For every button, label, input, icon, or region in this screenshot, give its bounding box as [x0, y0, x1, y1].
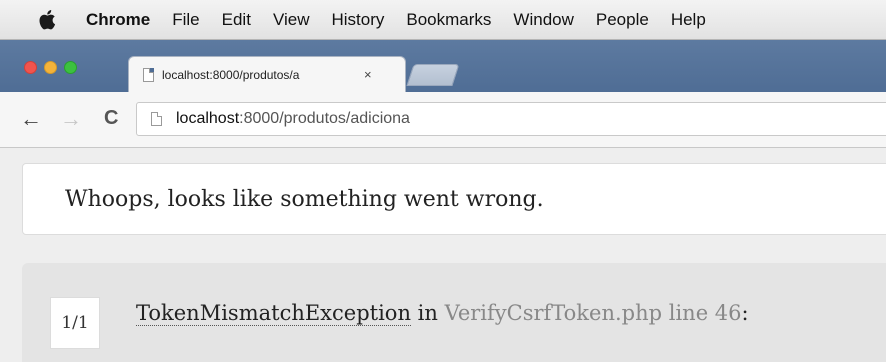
menu-history[interactable]: History [331, 10, 384, 30]
menu-view[interactable]: View [273, 10, 310, 30]
url-text[interactable]: localhost:8000/produtos/adiciona [176, 110, 410, 128]
tab-title: localhost:8000/produtos/a [162, 67, 300, 82]
menu-edit[interactable]: Edit [222, 10, 251, 30]
error-header-box: Whoops, looks like something went wrong. [22, 163, 886, 235]
macos-menubar: Chrome File Edit View History Bookmarks … [0, 0, 886, 40]
exception-class[interactable]: TokenMismatchException [136, 301, 411, 326]
menu-file[interactable]: File [172, 10, 199, 30]
error-title: Whoops, looks like something went wrong. [65, 186, 544, 212]
url-path: :8000/produtos/adiciona [239, 110, 410, 127]
menu-help[interactable]: Help [671, 10, 706, 30]
browser-tab-active[interactable]: localhost:8000/produtos/a × [128, 56, 406, 92]
exception-file: VerifyCsrfToken.php line 46 [444, 301, 742, 325]
page-icon [151, 112, 162, 126]
exception-box: 1/1 TokenMismatchException in VerifyCsrf… [22, 263, 886, 362]
exception-counter: 1/1 [50, 297, 100, 349]
page-icon [143, 67, 154, 82]
url-host: localhost [176, 110, 240, 127]
reload-icon[interactable]: C [104, 107, 118, 130]
window-zoom-button[interactable] [64, 61, 77, 74]
back-arrow-icon[interactable]: ← [20, 106, 42, 132]
page-content: Whoops, looks like something went wrong.… [0, 149, 886, 362]
address-bar[interactable]: localhost:8000/produtos/adiciona [136, 102, 886, 136]
tab-close-icon[interactable]: × [364, 67, 372, 82]
window-close-button[interactable] [24, 61, 37, 74]
menu-window[interactable]: Window [513, 10, 573, 30]
forward-arrow-icon[interactable]: → [60, 106, 82, 132]
browser-toolbar: ← → C localhost:8000/produtos/adiciona [0, 92, 886, 148]
exception-suffix: : [741, 301, 749, 325]
tab-strip: localhost:8000/produtos/a × [0, 40, 886, 92]
exception-in: in [410, 301, 445, 325]
exception-message: TokenMismatchException in VerifyCsrfToke… [136, 301, 749, 326]
new-tab-button[interactable] [406, 64, 460, 86]
apple-logo-icon[interactable] [38, 9, 60, 31]
menu-bookmarks[interactable]: Bookmarks [406, 10, 491, 30]
menu-people[interactable]: People [596, 10, 649, 30]
menu-app-chrome[interactable]: Chrome [86, 10, 150, 30]
window-minimize-button[interactable] [44, 61, 57, 74]
